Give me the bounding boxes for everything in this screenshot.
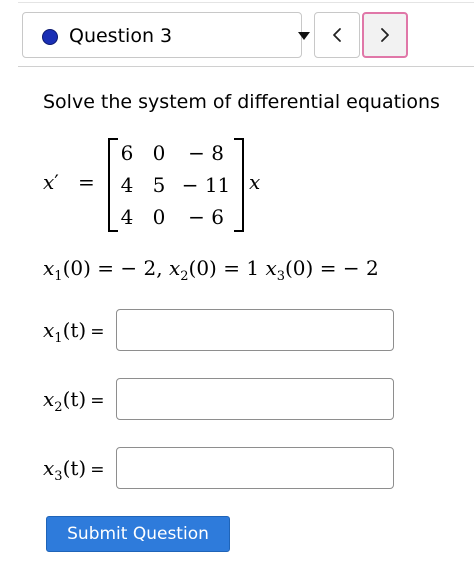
ic-separator: , <box>156 256 169 280</box>
top-divider <box>18 2 474 3</box>
header-divider <box>18 66 474 67</box>
ic-variable: x <box>43 256 55 280</box>
matrix-cell: − 11 <box>181 173 231 197</box>
system-rhs-variable: x <box>249 170 261 194</box>
answer-subscript: 2 <box>54 400 63 415</box>
question-status-dot <box>42 29 58 45</box>
ic-variable: x <box>265 256 277 280</box>
answer-variable: x <box>43 456 55 480</box>
answer-equals: = <box>90 322 105 342</box>
matrix-cell: 0 <box>152 141 166 165</box>
answer-input-x3[interactable] <box>116 447 394 489</box>
answer-argument: (t) <box>62 456 87 480</box>
answer-variable: x <box>43 387 55 411</box>
answer-variable: x <box>43 318 55 342</box>
question-selector-label: Question 3 <box>69 25 173 47</box>
dropdown-caret-icon <box>298 32 310 40</box>
answer-argument: (t) <box>62 387 87 411</box>
submit-question-button[interactable]: Submit Question <box>46 516 230 552</box>
answer-equals: = <box>90 460 105 480</box>
ic-argument: (0) <box>285 256 314 280</box>
answer-input-x2[interactable] <box>116 378 394 420</box>
system-lhs: x′ <box>43 170 59 194</box>
chevron-left-icon <box>333 28 341 42</box>
question-selector[interactable]: Question 3 <box>22 12 310 58</box>
ic-value: − 2 <box>120 256 157 280</box>
ic-equals: = <box>216 256 247 280</box>
answer-subscript: 3 <box>54 469 63 484</box>
system-equals: = <box>78 170 95 194</box>
lhs-variable: x <box>43 170 55 194</box>
matrix-cell: 0 <box>152 205 166 229</box>
answer-argument: (t) <box>62 318 87 342</box>
answer-label-x3: x3(t) = <box>43 456 104 484</box>
matrix-cell: − 6 <box>188 205 224 229</box>
ic-value: 1 <box>246 256 260 280</box>
chevron-right-icon <box>381 28 389 42</box>
ic-subscript: 1 <box>54 269 63 284</box>
next-question-button[interactable] <box>362 12 408 58</box>
answer-equals: = <box>90 391 105 411</box>
ic-equals: = <box>90 256 121 280</box>
answer-label-x1: x1(t) = <box>43 318 104 346</box>
ic-argument: (0) <box>188 256 217 280</box>
ic-subscript: 3 <box>276 269 285 284</box>
matrix-cell: − 8 <box>188 141 224 165</box>
ic-value: − 2 <box>342 256 379 280</box>
matrix-right-bracket <box>234 138 244 232</box>
answer-input-x1[interactable] <box>116 309 394 351</box>
answer-label-x2: x2(t) = <box>43 387 104 415</box>
question-prompt: Solve the system of differential equatio… <box>43 91 440 113</box>
ic-argument: (0) <box>62 256 91 280</box>
initial-conditions: x1(0) = − 2, x2(0) = 1 x3(0) = − 2 <box>43 256 379 284</box>
answer-subscript: 1 <box>54 331 63 346</box>
previous-question-button[interactable] <box>314 12 360 58</box>
matrix-cell: 5 <box>152 173 166 197</box>
ic-subscript: 2 <box>180 269 189 284</box>
ic-equals: = <box>313 256 343 280</box>
ic-variable: x <box>168 256 181 280</box>
lhs-prime: ′ <box>54 170 59 194</box>
